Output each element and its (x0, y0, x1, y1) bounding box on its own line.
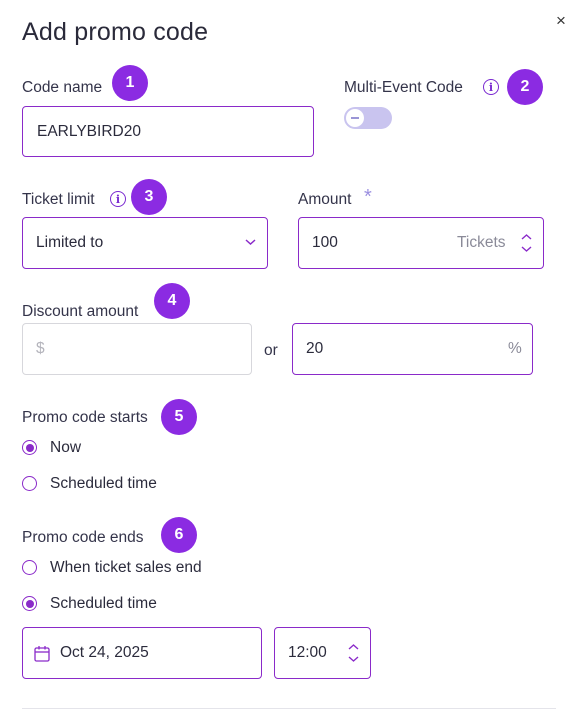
or-text: or (264, 342, 278, 359)
ends-scheduled-label[interactable]: Scheduled time (50, 595, 157, 613)
step-badge-4: 4 (154, 283, 190, 319)
ends-sales-end-label[interactable]: When ticket sales end (50, 559, 202, 577)
close-icon[interactable]: × (556, 12, 566, 29)
calendar-icon (34, 646, 50, 662)
amount-stepper[interactable]: 100 Tickets (298, 217, 544, 269)
ticket-limit-label: Ticket limit (22, 191, 95, 208)
multi-event-info-icon[interactable]: i (483, 79, 499, 95)
ends-scheduled-radio[interactable] (22, 596, 37, 611)
dollar-placeholder: $ (36, 340, 45, 357)
starts-scheduled-label[interactable]: Scheduled time (50, 475, 157, 493)
end-date-value: Oct 24, 2025 (60, 644, 149, 661)
amount-value: 100 (312, 234, 338, 251)
multi-event-label: Multi-Event Code (344, 79, 463, 96)
starts-scheduled-radio[interactable] (22, 476, 37, 491)
ticket-limit-select[interactable]: Limited to (22, 217, 268, 269)
footer-divider (22, 708, 556, 709)
discount-label: Discount amount (22, 303, 139, 320)
step-badge-1: 1 (112, 65, 148, 101)
step-badge-3: 3 (131, 179, 167, 215)
end-time-input[interactable]: 12:00 (274, 627, 371, 679)
code-name-label: Code name (22, 79, 103, 96)
starts-now-label[interactable]: Now (50, 439, 81, 457)
chevron-down-icon (245, 239, 256, 246)
step-badge-2: 2 (507, 69, 543, 105)
required-asterisk: * (364, 186, 372, 208)
time-stepper-icon[interactable] (348, 643, 359, 663)
ends-sales-end-radio[interactable] (22, 560, 37, 575)
amount-label: Amount (298, 191, 352, 208)
amount-unit: Tickets (457, 234, 506, 251)
starts-label: Promo code starts (22, 409, 148, 426)
dialog-title: Add promo code (22, 18, 209, 46)
step-badge-6: 6 (161, 517, 197, 553)
code-name-value: EARLYBIRD20 (37, 122, 141, 140)
discount-dollar-input[interactable]: $ (22, 323, 252, 375)
multi-event-toggle[interactable] (344, 107, 392, 129)
end-time-value: 12:00 (288, 644, 327, 661)
discount-percent-input[interactable]: 20 % (292, 323, 533, 375)
percent-suffix: % (508, 340, 522, 357)
starts-now-radio[interactable] (22, 440, 37, 455)
discount-percent-value: 20 (306, 340, 324, 357)
end-date-input[interactable]: Oct 24, 2025 (22, 627, 262, 679)
code-name-input[interactable]: EARLYBIRD20 (22, 106, 314, 157)
step-badge-5: 5 (161, 399, 197, 435)
ticket-limit-value: Limited to (36, 234, 104, 251)
stepper-arrows-icon[interactable] (521, 233, 532, 253)
ticket-limit-info-icon[interactable]: i (110, 191, 126, 207)
ends-label: Promo code ends (22, 529, 144, 546)
toggle-knob (346, 109, 364, 127)
minus-icon (351, 117, 359, 119)
